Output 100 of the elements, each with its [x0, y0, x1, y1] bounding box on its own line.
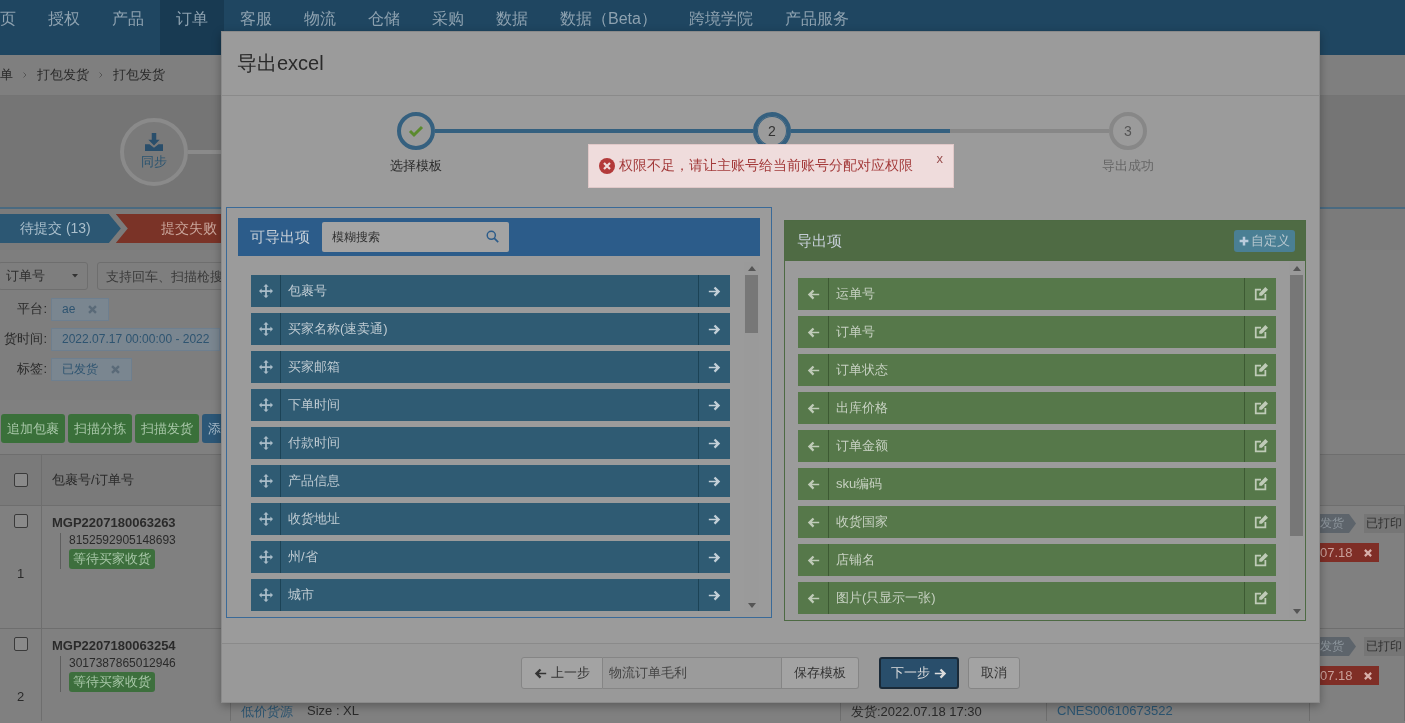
- panel-title: 可导出项: [250, 227, 310, 247]
- ship-time: 发货:2022.07.18 17:30: [851, 703, 982, 721]
- remove-icon: [1362, 547, 1373, 558]
- package-number: MGP2207180063254: [52, 638, 177, 653]
- export-field-item[interactable]: 图片(只显示一张): [798, 582, 1276, 614]
- filter-tag[interactable]: 2022.07.17 00:00:00 - 2022: [51, 327, 221, 351]
- chevron-icon: [21, 70, 29, 80]
- status-tab[interactable]: 待提交 (13): [0, 214, 121, 243]
- cancel-button[interactable]: 取消: [968, 657, 1020, 689]
- error-icon: [599, 158, 615, 174]
- export-field-item[interactable]: sku编码: [798, 468, 1276, 500]
- edit-icon: [1253, 591, 1268, 605]
- edit-icon: [1253, 325, 1268, 339]
- edit-icon: [1253, 477, 1268, 491]
- arrow-left-icon: [806, 515, 820, 529]
- export-field-item[interactable]: 订单号: [798, 316, 1276, 348]
- arrow-right-icon: [708, 360, 721, 374]
- breadcrumb-link[interactable]: 单: [0, 66, 13, 84]
- panel-title: 导出项: [797, 231, 842, 251]
- dialog-title: 导出excel: [222, 32, 1319, 96]
- action-button[interactable]: 扫描分拣: [68, 414, 132, 443]
- field-item[interactable]: 城市: [251, 579, 730, 611]
- filter-tag[interactable]: ae: [51, 297, 110, 321]
- arrow-left-icon: [806, 325, 820, 339]
- next-button[interactable]: 下一步: [879, 657, 959, 689]
- arrow-left-icon: [806, 363, 820, 377]
- source-link[interactable]: 低价货源: [241, 703, 293, 721]
- edit-icon: [1253, 515, 1268, 529]
- remove-icon: [1362, 670, 1373, 681]
- filter-tag[interactable]: 已发货: [51, 357, 132, 381]
- export-field-item[interactable]: 收货国家: [798, 506, 1276, 538]
- arrow-right-icon: [708, 398, 721, 412]
- move-icon: [258, 550, 273, 564]
- checkbox[interactable]: [13, 514, 28, 528]
- action-button[interactable]: 扫描发货: [135, 414, 199, 443]
- arrow-right-icon: [708, 474, 721, 488]
- row-number: 2: [16, 689, 25, 704]
- checkbox[interactable]: [13, 637, 28, 651]
- edit-icon: [1253, 287, 1268, 301]
- filter-label: 标签:: [16, 360, 47, 378]
- arrow-right-icon: [708, 550, 721, 564]
- field-item[interactable]: 产品信息: [251, 465, 730, 497]
- save-template-button[interactable]: 保存模板: [782, 657, 859, 689]
- chevron-icon: [97, 70, 105, 80]
- sync-step-button[interactable]: 同步: [120, 117, 188, 186]
- field-item[interactable]: 州/省: [251, 541, 730, 573]
- move-icon: [258, 284, 273, 298]
- arrow-right-icon: [708, 436, 721, 450]
- step-label: 选择模板: [390, 157, 442, 175]
- row-number: 1: [16, 566, 25, 581]
- action-button[interactable]: 追加包裹: [1, 414, 65, 443]
- previous-button[interactable]: 上一步: [521, 657, 603, 689]
- move-icon: [258, 512, 273, 526]
- breadcrumb-link[interactable]: 打包发货: [113, 66, 165, 84]
- move-icon: [258, 588, 273, 602]
- tracking-link[interactable]: CNES00610673522: [1057, 703, 1173, 718]
- order-number: 8152592905148693: [69, 533, 176, 547]
- search-icon: [486, 230, 499, 243]
- field-item[interactable]: 包裹号: [251, 275, 730, 307]
- export-field-item[interactable]: 出库价格: [798, 392, 1276, 424]
- export-field-item[interactable]: 店铺名: [798, 544, 1276, 576]
- field-item[interactable]: 下单时间: [251, 389, 730, 421]
- field-item[interactable]: 收货地址: [251, 503, 730, 535]
- template-name-field[interactable]: 物流订单毛利: [603, 657, 782, 689]
- status-badge: 等待买家收货: [69, 672, 155, 692]
- close-button[interactable]: x: [936, 151, 943, 166]
- nav-item[interactable]: 订单: [160, 0, 224, 55]
- custom-button[interactable]: 自定义: [1234, 230, 1295, 252]
- checkbox[interactable]: [13, 473, 28, 487]
- field-item[interactable]: 买家邮箱: [251, 351, 730, 383]
- arrow-left-icon: [534, 666, 547, 680]
- export-field-item[interactable]: 订单状态: [798, 354, 1276, 386]
- nav-item[interactable]: 页: [0, 0, 32, 55]
- status-badge: 等待买家收货: [69, 549, 155, 569]
- edit-icon: [1253, 439, 1268, 453]
- arrow-right-icon: [708, 284, 721, 298]
- arrow-right-icon: [708, 588, 721, 602]
- edit-icon: [1253, 401, 1268, 415]
- remove-icon: [87, 303, 99, 315]
- field-item[interactable]: 买家名称(速卖通): [251, 313, 730, 345]
- filter-label: 货时间:: [3, 330, 47, 348]
- arrow-right-icon: [708, 512, 721, 526]
- nav-item[interactable]: 产品: [96, 0, 160, 55]
- size-text: Size : XL: [307, 703, 360, 718]
- check-icon: [408, 123, 424, 139]
- export-field-item[interactable]: 运单号: [798, 278, 1276, 310]
- status-tag: 已打印: [1364, 637, 1404, 656]
- breadcrumb-link[interactable]: 打包发货: [37, 66, 89, 84]
- download-icon: [145, 132, 163, 151]
- arrow-right-icon: [934, 666, 947, 680]
- move-icon: [258, 360, 273, 374]
- nav-item[interactable]: 授权: [32, 0, 96, 55]
- step-circle: 3: [1109, 112, 1147, 150]
- edit-icon: [1253, 553, 1268, 567]
- export-field-item[interactable]: 订单金额: [798, 430, 1276, 462]
- search-type-dropdown[interactable]: 订单号: [0, 262, 88, 290]
- search-field[interactable]: 模糊搜索: [322, 222, 509, 252]
- field-item[interactable]: 付款时间: [251, 427, 730, 459]
- move-icon: [258, 322, 273, 336]
- package-number: MGP2207180063263: [52, 515, 177, 530]
